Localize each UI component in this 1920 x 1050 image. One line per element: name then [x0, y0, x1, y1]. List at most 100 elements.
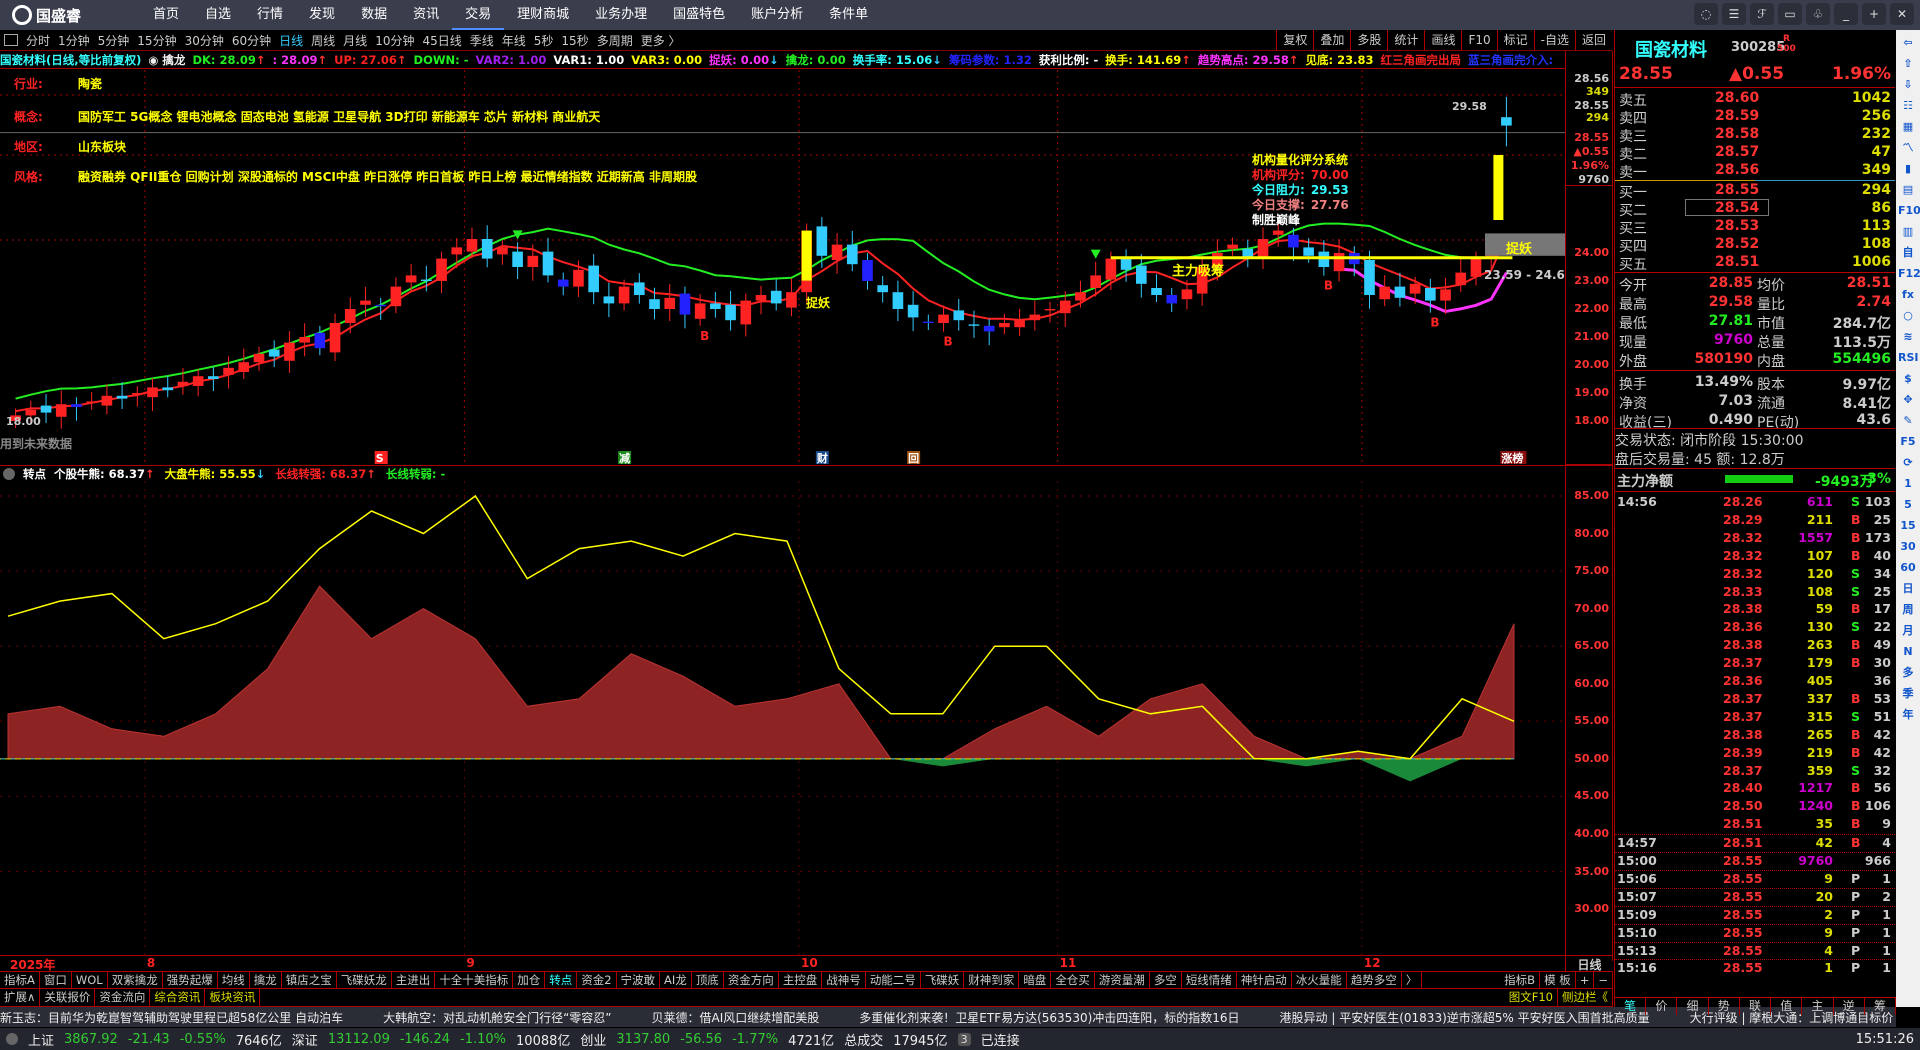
- nav-item[interactable]: 条件单: [816, 0, 881, 30]
- refresh-icon[interactable]: ⟳: [1898, 454, 1918, 472]
- period-tab[interactable]: 10分钟: [371, 32, 418, 49]
- brand-logo[interactable]: 国盛睿: [0, 5, 120, 26]
- bid-level[interactable]: 买五 28.51 1006: [1615, 254, 1895, 273]
- indicator-tab[interactable]: 飞碟妖: [921, 972, 965, 988]
- side-toggle-tab[interactable]: 图文F10: [1505, 989, 1558, 1006]
- indicator-tab[interactable]: 飞碟妖龙: [337, 972, 392, 988]
- f10-icon[interactable]: F10: [1898, 202, 1920, 220]
- collapse-icon[interactable]: [3, 467, 15, 480]
- period-tab[interactable]: 季线: [466, 32, 498, 49]
- period-tab[interactable]: 5分钟: [94, 32, 134, 49]
- quote-tab[interactable]: 价: [1646, 998, 1678, 1015]
- self-icon[interactable]: 自: [1898, 244, 1918, 262]
- close-icon[interactable]: ✕: [1890, 3, 1914, 25]
- indicator-tab[interactable]: AI龙: [660, 972, 692, 988]
- chart-tool-button[interactable]: 复权: [1276, 30, 1313, 51]
- period-multi-button[interactable]: 多: [1898, 664, 1918, 682]
- indicator-tab-right[interactable]: +: [1576, 972, 1595, 988]
- nav-item[interactable]: 数据: [348, 0, 400, 30]
- period-60-button[interactable]: 60: [1898, 559, 1918, 577]
- indicator-tab[interactable]: 窗口: [40, 972, 72, 988]
- indicator-tab[interactable]: 战神号: [822, 972, 866, 988]
- news-item[interactable]: 新玉志：目前华为乾崑智驾辅助驾驶里程已超58亿公里 自动泊车: [0, 1009, 343, 1026]
- chart-tool-button[interactable]: -自选: [1533, 30, 1575, 51]
- quote-tab[interactable]: 细: [1677, 998, 1709, 1015]
- list-check-icon[interactable]: ☷: [1898, 97, 1918, 115]
- quote-tab[interactable]: 主: [1802, 998, 1834, 1015]
- lower-indicator-name[interactable]: 转点: [23, 466, 46, 482]
- period-tab[interactable]: 多周期: [593, 32, 637, 49]
- indicator-tab[interactable]: 神针启动: [1237, 972, 1292, 988]
- up-icon[interactable]: ⇧: [1898, 55, 1918, 73]
- indicator-tab[interactable]: 顶底: [692, 972, 724, 988]
- bid-level[interactable]: 买三 28.53 113: [1615, 218, 1895, 237]
- period-tab[interactable]: 30分钟: [181, 32, 228, 49]
- f5-icon[interactable]: F5: [1898, 433, 1918, 451]
- indicator-tab[interactable]: 趋势多空: [1347, 972, 1402, 988]
- fx-icon[interactable]: ℱ: [1750, 3, 1774, 25]
- indicator-tab[interactable]: WOL: [72, 972, 108, 988]
- chart-tool-button[interactable]: 统计: [1387, 30, 1424, 51]
- skin-icon[interactable]: ♧: [1806, 3, 1830, 25]
- quote-tab[interactable]: 笔: [1615, 998, 1647, 1015]
- index-name[interactable]: 上证: [28, 1030, 54, 1049]
- circle-icon[interactable]: ○: [1898, 307, 1918, 325]
- quote-tab[interactable]: 联: [1740, 998, 1772, 1015]
- indicator-tab[interactable]: 全仓买: [1051, 972, 1095, 988]
- settings-icon[interactable]: ☰: [1722, 3, 1746, 25]
- indicator-tab-right[interactable]: 指标B: [1500, 972, 1541, 988]
- fx-icon[interactable]: fx: [1898, 286, 1918, 304]
- move-icon[interactable]: ✥: [1898, 391, 1918, 409]
- quote-tab[interactable]: 逆: [1834, 998, 1865, 1015]
- chart-tool-button[interactable]: 画线: [1424, 30, 1461, 51]
- indicator-tab[interactable]: 擒龙: [250, 972, 282, 988]
- wave-icon[interactable]: ≋: [1898, 328, 1918, 346]
- minimize-icon[interactable]: _: [1834, 3, 1858, 25]
- nav-item[interactable]: 国盛特色: [660, 0, 738, 30]
- indicator-tab[interactable]: 镇店之宝: [282, 972, 337, 988]
- down-icon[interactable]: ⇩: [1898, 76, 1918, 94]
- news-item[interactable]: 大韩航空：对乱动机舱安全门行径“零容忍”: [383, 1009, 611, 1026]
- chart-tool-button[interactable]: 返回: [1574, 30, 1612, 51]
- sidebar-toggle-icon[interactable]: [4, 34, 18, 46]
- nav-item[interactable]: 账户分析: [738, 0, 816, 30]
- period-tab[interactable]: 15分钟: [133, 32, 180, 49]
- candle-icon[interactable]: ▮: [1898, 160, 1918, 178]
- period-tab[interactable]: 5秒: [530, 32, 558, 49]
- period-tab[interactable]: 60分钟: [228, 32, 275, 49]
- indicator-tab[interactable]: 暗盘: [1019, 972, 1052, 988]
- extension-tab[interactable]: 扩展∧: [0, 989, 41, 1006]
- period-tab[interactable]: 更多 〉: [637, 32, 685, 49]
- kline-chart[interactable]: 29.5818.0023.59 - 24.66主力吸筹捉妖捉妖用到未来数据S 减财…: [0, 70, 1565, 465]
- indicator-tab[interactable]: 〉: [1402, 972, 1423, 988]
- nav-item[interactable]: 自选: [192, 0, 244, 30]
- quote-tab[interactable]: 筹: [1865, 998, 1896, 1015]
- nav-item[interactable]: 首页: [140, 0, 192, 30]
- indicator-tab[interactable]: 游资量潮: [1095, 972, 1150, 988]
- extension-tab[interactable]: 板块资讯: [205, 989, 261, 1006]
- period-season-button[interactable]: 季: [1898, 685, 1918, 703]
- indicator-tab[interactable]: 均线: [218, 972, 250, 988]
- period-day-button[interactable]: 日: [1898, 580, 1918, 598]
- period-label[interactable]: 日线: [1565, 956, 1613, 972]
- period-30-button[interactable]: 30: [1898, 538, 1918, 556]
- ask-level[interactable]: 卖四 28.59 256: [1615, 108, 1895, 127]
- period-5-button[interactable]: 5: [1898, 496, 1918, 514]
- index-name[interactable]: 创业: [580, 1030, 606, 1049]
- dollar-icon[interactable]: $: [1898, 370, 1918, 388]
- period-tab[interactable]: 年线: [498, 32, 530, 49]
- f12-icon[interactable]: F12: [1898, 265, 1920, 283]
- indicator-tab[interactable]: 加仓: [513, 972, 546, 988]
- chart-tool-button[interactable]: 标记: [1496, 30, 1534, 51]
- tree-icon[interactable]: ▥: [1898, 223, 1918, 241]
- period-tab[interactable]: 月线: [339, 32, 371, 49]
- ask-level[interactable]: 卖一 28.56 349: [1615, 162, 1895, 181]
- indicator-tab[interactable]: 双紫擒龙: [108, 972, 163, 988]
- pencil-icon[interactable]: ✎: [1898, 412, 1918, 430]
- period-month-button[interactable]: 月: [1898, 622, 1918, 640]
- bid-level[interactable]: 买一 28.55 294: [1615, 182, 1895, 201]
- period-tab[interactable]: 1分钟: [54, 32, 94, 49]
- nav-item[interactable]: 行情: [244, 0, 296, 30]
- period-tab[interactable]: 45日线: [418, 32, 465, 49]
- news-ticker[interactable]: 新玉志：目前华为乾崑智驾辅助驾驶里程已超58亿公里 自动泊车 大韩航空：对乱动机舱…: [0, 1007, 1896, 1027]
